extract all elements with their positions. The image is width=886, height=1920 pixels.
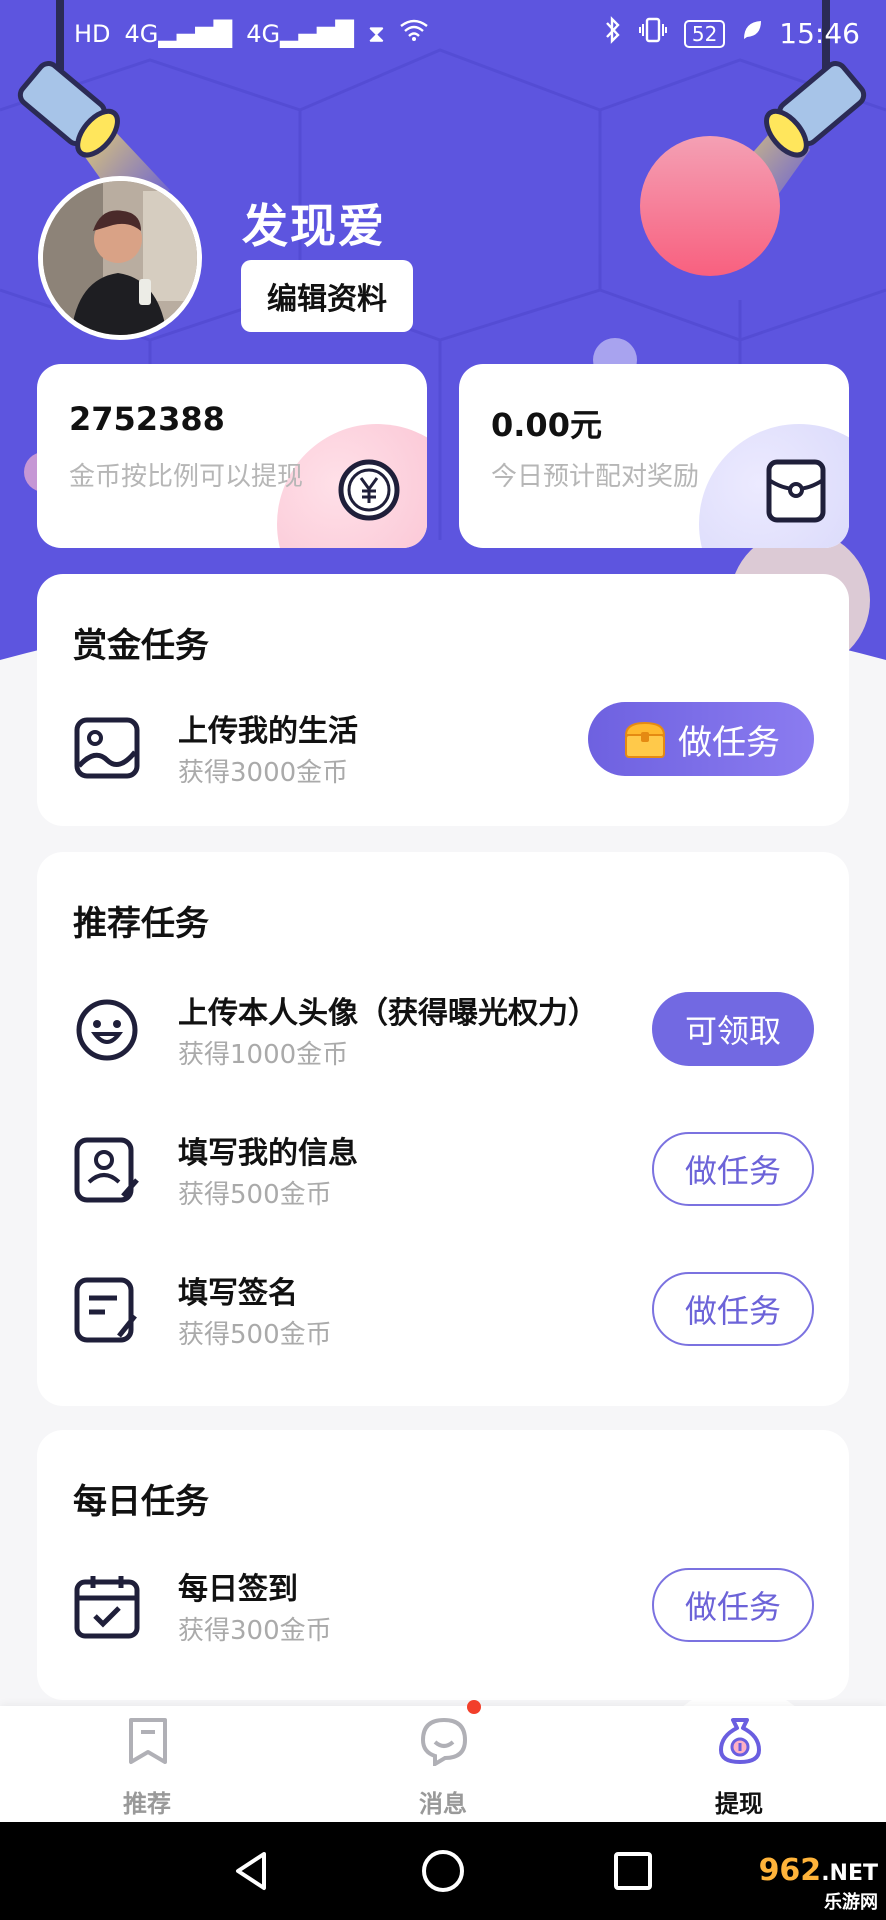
do-task-button[interactable]: 做任务: [652, 1272, 814, 1346]
do-task-label: 做任务: [678, 722, 780, 763]
nav-item-recommend[interactable]: 推荐: [47, 1706, 247, 1822]
reward-desc: 今日预计配对奖励: [491, 462, 700, 492]
username: 发现爱: [242, 199, 386, 253]
task-name: 填写我的信息: [178, 1136, 358, 1171]
task-reward: 获得500金币: [178, 1320, 332, 1350]
task-reward: 获得500金币: [178, 1180, 332, 1210]
signature-note-icon: [74, 1277, 137, 1343]
system-navigation-bar: 962.NET 乐游网: [0, 1822, 886, 1920]
coin-balance-desc: 金币按比例可以提现: [69, 462, 304, 492]
profile-edit-icon: [74, 1137, 139, 1203]
status-bar: HD 4G▂▄▆█ 4G▂▄▆█ ⧗ 52 15:46: [0, 0, 886, 70]
claim-button[interactable]: 可领取: [652, 992, 814, 1066]
task-row: 填写签名 获得500金币 做任务: [37, 1262, 849, 1362]
recommended-task-title: 推荐任务: [73, 904, 209, 944]
watermark-logo: 962.NET 乐游网: [758, 1853, 878, 1913]
chat-bubble-icon: [420, 1717, 468, 1766]
task-reward: 获得1000金币: [178, 1040, 349, 1070]
bounty-task-title: 赏金任务: [73, 626, 209, 666]
coin-balance: 2752388: [69, 400, 225, 438]
daily-task-card: 每日任务 每日签到 获得300金币 做任务: [37, 1430, 849, 1700]
calendar-check-icon: [74, 1576, 140, 1639]
recent-apps-icon[interactable]: [608, 1846, 658, 1896]
nav-label: 消息: [419, 1790, 467, 1818]
unread-badge: [467, 1700, 481, 1714]
reward-amount: 0.00元: [491, 406, 602, 444]
bottom-navigation: 推荐 消息 提现: [0, 1700, 886, 1822]
back-icon[interactable]: [228, 1846, 278, 1896]
task-row: 填写我的信息 获得500金币 做任务: [37, 1122, 849, 1222]
task-name: 上传我的生活: [178, 714, 358, 749]
nav-item-withdraw[interactable]: 提现: [639, 1706, 839, 1822]
task-row: 每日签到 获得300金币 做任务: [37, 1558, 849, 1658]
task-reward: 获得3000金币: [178, 758, 349, 788]
bluetooth-icon: [604, 16, 622, 51]
treasure-chest-icon: [624, 721, 666, 758]
bounty-task-card: 赏金任务 上传我的生活 获得3000金币 做任务: [37, 574, 849, 826]
hd-icon: HD: [74, 19, 111, 48]
task-row: 上传我的生活 获得3000金币 做任务: [37, 700, 849, 800]
do-task-button[interactable]: 做任务: [652, 1568, 814, 1642]
image-icon: [74, 717, 140, 779]
hourglass-icon: ⧗: [367, 19, 385, 48]
yuan-coin-icon: [338, 459, 400, 521]
coins-card[interactable]: 2752388 金币按比例可以提现: [37, 364, 427, 548]
battery-indicator: 52: [683, 19, 726, 48]
home-icon[interactable]: [418, 1846, 468, 1896]
nav-item-messages[interactable]: 消息: [343, 1700, 543, 1822]
money-bag-icon: [719, 1718, 761, 1764]
task-row: 上传本人头像（获得曝光权力） 获得1000金币 可领取: [37, 982, 849, 1082]
task-name: 每日签到: [178, 1572, 298, 1607]
reward-card[interactable]: 0.00元 今日预计配对奖励: [459, 364, 849, 548]
task-name: 上传本人头像（获得曝光权力）: [178, 996, 598, 1031]
bookmark-icon: [129, 1718, 167, 1764]
wifi-icon: [399, 18, 429, 49]
leaf-icon: [741, 18, 763, 49]
vibrate-icon: [638, 16, 668, 51]
signal-4g-icon-2: 4G▂▄▆█: [246, 19, 354, 48]
signal-4g-icon: 4G▂▄▆█: [124, 19, 233, 48]
clock: 15:46: [779, 17, 860, 50]
nav-label: 推荐: [123, 1790, 171, 1818]
daily-task-title: 每日任务: [73, 1482, 209, 1522]
do-task-button[interactable]: 做任务: [588, 702, 814, 776]
profile-header: HD 4G▂▄▆█ 4G▂▄▆█ ⧗ 52 15:46 发现爱 编辑资料 275…: [0, 0, 886, 660]
task-name: 填写签名: [178, 1276, 298, 1311]
avatar[interactable]: [38, 176, 202, 340]
task-reward: 获得300金币: [178, 1616, 332, 1646]
edit-profile-button[interactable]: 编辑资料: [241, 260, 413, 332]
do-task-button[interactable]: 做任务: [652, 1132, 814, 1206]
red-envelope-icon: [766, 459, 826, 523]
smiley-face-icon: [76, 999, 138, 1061]
nav-label: 提现: [715, 1790, 763, 1818]
recommended-task-card: 推荐任务 上传本人头像（获得曝光权力） 获得1000金币 可领取 填写我的信息 …: [37, 852, 849, 1406]
